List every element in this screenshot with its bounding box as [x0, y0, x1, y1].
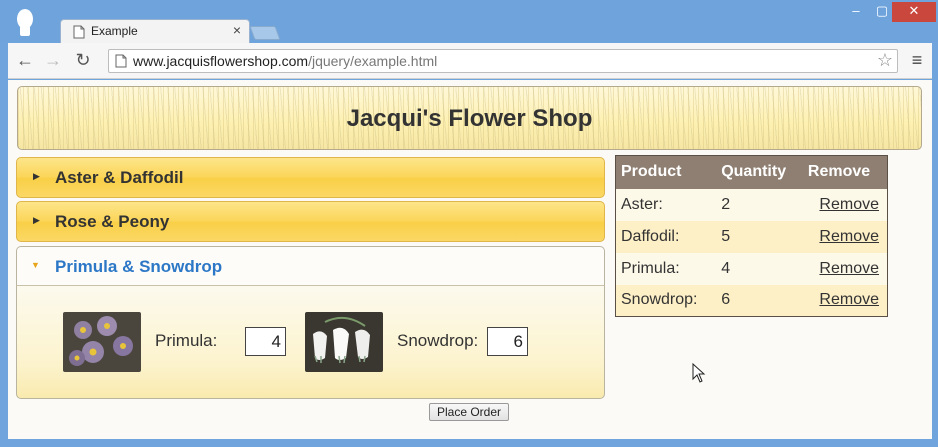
- url-host: www.jacquisflowershop.com: [133, 53, 309, 69]
- place-order-button[interactable]: Place Order: [429, 403, 509, 421]
- basket-table: Product Quantity Remove Aster: 2 Remove …: [615, 155, 888, 317]
- quantity-cell: 4: [721, 259, 731, 277]
- tab-title: Example: [91, 24, 138, 38]
- accordion-header-primula-snowdrop[interactable]: ▼ Primula & Snowdrop: [16, 246, 605, 286]
- snowdrop-label: Snowdrop:: [397, 331, 479, 350]
- quantity-cell: 2: [721, 195, 731, 213]
- table-row: Aster: 2 Remove: [616, 189, 888, 221]
- triangle-right-icon: ▶: [33, 215, 40, 225]
- triangle-down-icon: ▼: [31, 260, 40, 270]
- accordion-label: Rose & Peony: [55, 212, 170, 231]
- product-cell: Primula:: [621, 259, 680, 277]
- mouse-cursor-icon: [692, 363, 706, 383]
- menu-icon[interactable]: ≡: [906, 49, 928, 71]
- column-header-product: Product: [615, 155, 717, 189]
- basket-header-row: Product Quantity Remove: [615, 155, 888, 189]
- remove-link[interactable]: Remove: [819, 228, 879, 245]
- page-title: Jacqui's Flower Shop: [346, 105, 593, 132]
- browser-toolbar: ← → ↻ www.jacquisflowershop.com/jquery/e…: [8, 43, 932, 79]
- bookmark-star-icon[interactable]: ☆: [877, 50, 893, 71]
- remove-cell: Remove: [803, 253, 888, 285]
- accordion-panel-primula-snowdrop: Primula: Snowdrop:: [16, 286, 605, 399]
- new-tab-button[interactable]: [249, 26, 281, 40]
- page-viewport: Jacqui's Flower Shop ▶ Aster & Daffodil …: [8, 80, 932, 439]
- product-cell: Daffodil:: [615, 220, 717, 253]
- page-icon: [115, 54, 127, 68]
- quantity-cell: 6: [716, 284, 803, 317]
- browser-window: Example × – ▢ ✕ ← → ↻ www.jacquisflowers…: [0, 0, 938, 447]
- table-row: Primula: 4 Remove: [616, 253, 888, 285]
- tab-close-icon[interactable]: ×: [233, 22, 241, 38]
- table-row: Daffodil: 5 Remove: [615, 220, 888, 253]
- accordion-header-aster-daffodil[interactable]: ▶ Aster & Daffodil: [16, 157, 605, 198]
- browser-tab[interactable]: Example ×: [60, 19, 250, 44]
- snowdrop-quantity-input[interactable]: [487, 327, 528, 356]
- accordion-label: Primula & Snowdrop: [55, 257, 223, 276]
- remove-cell: Remove: [803, 189, 888, 221]
- table-row: Snowdrop: 6 Remove: [615, 284, 888, 317]
- column-header-quantity: Quantity: [716, 155, 803, 189]
- title-bar: Example × – ▢ ✕: [0, 0, 938, 44]
- page-icon: [73, 25, 85, 39]
- triangle-right-icon: ▶: [33, 171, 40, 181]
- forward-arrow-icon[interactable]: →: [42, 49, 64, 71]
- primula-quantity-input[interactable]: [245, 327, 286, 356]
- accordion-header-rose-peony[interactable]: ▶ Rose & Peony: [16, 201, 605, 242]
- profile-avatar-icon[interactable]: [14, 8, 36, 38]
- reload-icon[interactable]: ↻: [72, 49, 94, 71]
- remove-link[interactable]: Remove: [819, 291, 879, 308]
- page-header: Jacqui's Flower Shop: [17, 86, 922, 150]
- url-path: /jquery/example.html: [308, 53, 438, 69]
- back-arrow-icon[interactable]: ←: [14, 49, 36, 71]
- url-text: www.jacquisflowershop.com/jquery/example…: [133, 53, 437, 69]
- accordion-label: Aster & Daffodil: [55, 168, 184, 187]
- column-header-remove: Remove: [802, 155, 888, 189]
- primula-label: Primula:: [155, 331, 218, 350]
- remove-link[interactable]: Remove: [819, 196, 879, 213]
- remove-cell: Remove: [802, 220, 888, 253]
- remove-cell: Remove: [802, 284, 888, 317]
- primula-image: [63, 312, 141, 372]
- snowdrop-image: [305, 312, 383, 372]
- remove-link[interactable]: Remove: [819, 260, 879, 277]
- minimize-button[interactable]: –: [842, 2, 870, 22]
- address-bar[interactable]: www.jacquisflowershop.com/jquery/example…: [108, 49, 898, 73]
- product-cell: Aster:: [621, 195, 663, 213]
- product-cell: Snowdrop:: [615, 284, 717, 317]
- close-window-button[interactable]: ✕: [892, 2, 936, 22]
- quantity-cell: 5: [716, 220, 803, 253]
